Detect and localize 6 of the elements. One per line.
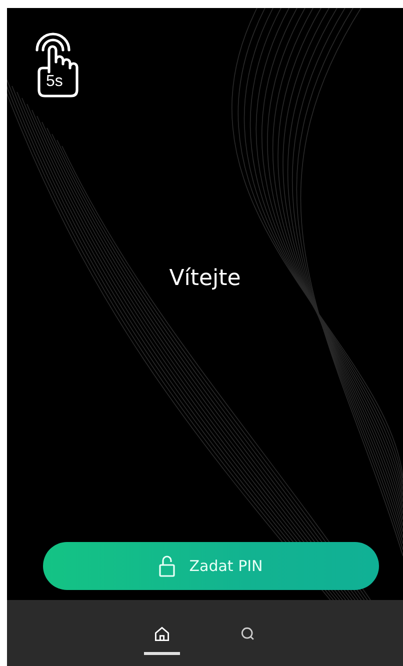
welcome-title: Vítejte [169, 266, 241, 293]
enter-pin-button[interactable]: Zadat PIN [43, 542, 379, 590]
unlocked-padlock-icon [159, 555, 176, 577]
seconds-label: 5s [46, 73, 63, 91]
home-icon [153, 624, 171, 642]
search-icon [239, 624, 257, 642]
